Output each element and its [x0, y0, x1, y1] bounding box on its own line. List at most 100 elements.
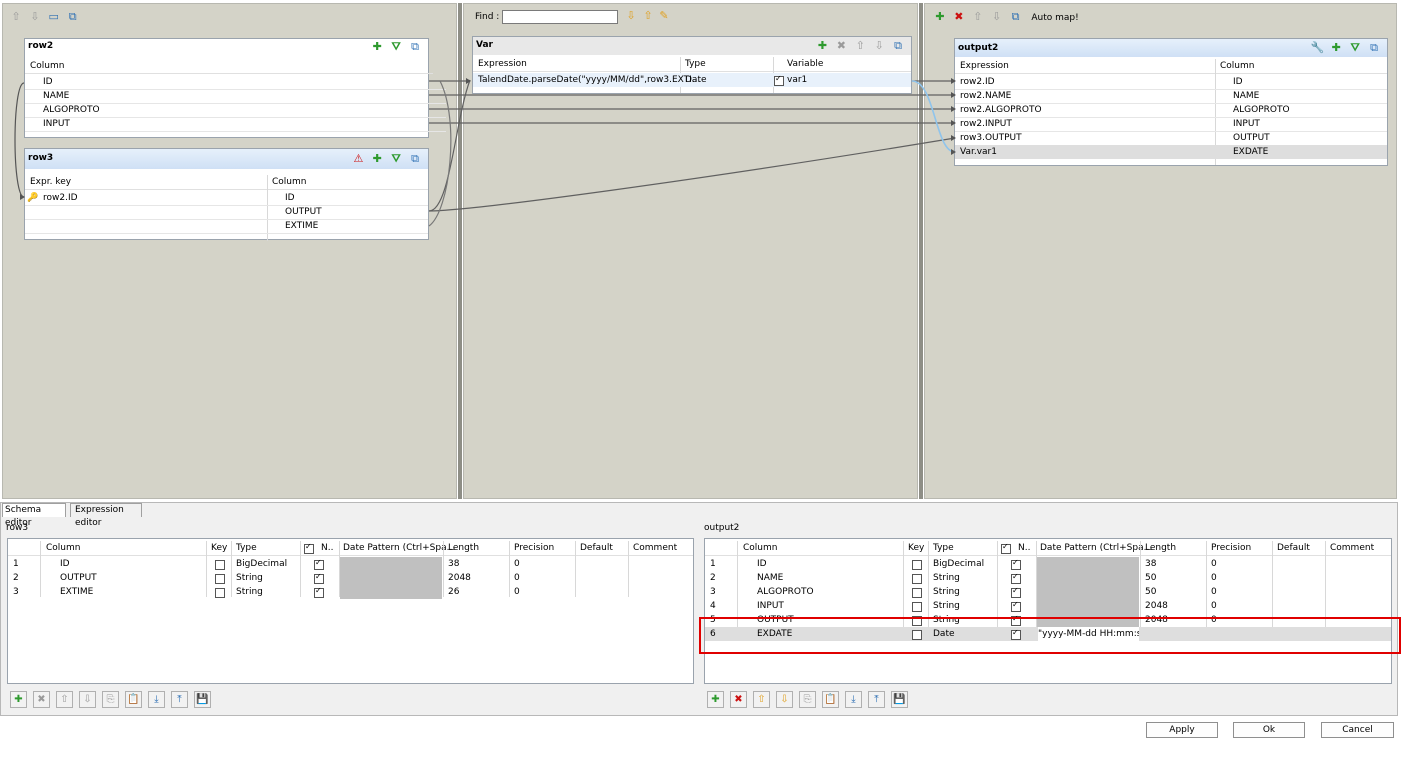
key-header: Key: [211, 543, 228, 553]
column-type[interactable]: String: [933, 585, 960, 599]
precision-value[interactable]: 0: [514, 557, 520, 571]
schema-row[interactable]: 4 INPUT String 2048 0: [705, 599, 1391, 613]
column-name[interactable]: ID: [757, 557, 767, 571]
schema-right-toolbar: ✚ ✖ ⇧ ⇩ ⎘ 📋 ⤓ ⤒ 💾: [707, 691, 914, 708]
paste-icon[interactable]: 📋: [125, 691, 142, 708]
move-up-icon[interactable]: ⇧: [753, 691, 770, 708]
apply-button[interactable]: Apply: [1146, 722, 1218, 738]
date-pattern-cell: [1037, 585, 1139, 599]
row-number: 3: [710, 587, 716, 597]
column-type[interactable]: String: [933, 599, 960, 613]
import-icon[interactable]: ⤓: [148, 691, 165, 708]
paste-icon[interactable]: 📋: [822, 691, 839, 708]
column-type[interactable]: BigDecimal: [933, 557, 984, 571]
move-down-icon[interactable]: ⇩: [79, 691, 96, 708]
length-value[interactable]: 50: [1145, 585, 1156, 599]
schema-row[interactable]: 3 ALGOPROTO String 50 0: [705, 585, 1391, 599]
mapping-links: [14, 78, 956, 227]
nullable-checkbox[interactable]: [314, 586, 324, 598]
schema-row[interactable]: 1 ID BigDecimal 38 0: [705, 557, 1391, 571]
nullable-all-checkbox[interactable]: [304, 542, 314, 554]
column-type[interactable]: String: [236, 571, 263, 585]
precision-value[interactable]: 0: [514, 571, 520, 585]
column-name[interactable]: ALGOPROTO: [757, 585, 814, 599]
column-name[interactable]: EXTIME: [60, 585, 93, 599]
nullable-checkbox[interactable]: [314, 572, 324, 584]
schema-right-title: output2: [704, 523, 740, 533]
nullable-checkbox[interactable]: [1011, 586, 1021, 598]
precision-value[interactable]: 0: [1211, 571, 1217, 585]
remove-column-icon[interactable]: ✖: [33, 691, 50, 708]
nullable-checkbox[interactable]: [1011, 558, 1021, 570]
precision-header: Precision: [514, 543, 555, 553]
save-icon[interactable]: 💾: [194, 691, 211, 708]
row-number: 2: [13, 573, 19, 583]
length-value[interactable]: 2048: [448, 571, 471, 585]
cancel-button[interactable]: Cancel: [1321, 722, 1394, 738]
nullable-checkbox[interactable]: [314, 558, 324, 570]
column-name[interactable]: OUTPUT: [60, 571, 97, 585]
row-number: 1: [710, 559, 716, 569]
length-value[interactable]: 38: [448, 557, 459, 571]
tab-schema-editor[interactable]: Schema editor: [2, 503, 66, 528]
remove-column-icon[interactable]: ✖: [730, 691, 747, 708]
column-type[interactable]: String: [933, 571, 960, 585]
nullable-all-checkbox[interactable]: [1001, 542, 1011, 554]
key-checkbox[interactable]: [912, 602, 922, 612]
precision-value[interactable]: 0: [1211, 557, 1217, 571]
schema-header: Column Key Type N.. Date Pattern (Ctrl+S…: [705, 541, 1391, 556]
date-pattern-cell: [1037, 599, 1139, 613]
length-value[interactable]: 50: [1145, 571, 1156, 585]
import-icon[interactable]: ⤓: [845, 691, 862, 708]
comment-header: Comment: [633, 543, 678, 553]
precision-value[interactable]: 0: [1211, 585, 1217, 599]
row-number: 2: [710, 573, 716, 583]
move-down-icon[interactable]: ⇩: [776, 691, 793, 708]
column-name[interactable]: INPUT: [757, 599, 784, 613]
copy-icon[interactable]: ⎘: [102, 691, 119, 708]
length-value[interactable]: 26: [448, 585, 459, 599]
length-value[interactable]: 2048: [1145, 599, 1168, 613]
nullable-checkbox[interactable]: [1011, 600, 1021, 612]
column-name[interactable]: NAME: [757, 571, 783, 585]
key-checkbox[interactable]: [912, 560, 922, 570]
schema-row[interactable]: 2 OUTPUT String 2048 0: [8, 571, 693, 585]
highlight-box: [699, 617, 1401, 654]
date-pattern-cell: [340, 557, 442, 571]
add-column-icon[interactable]: ✚: [10, 691, 27, 708]
key-checkbox[interactable]: [912, 588, 922, 598]
length-value[interactable]: 38: [1145, 557, 1156, 571]
export-icon[interactable]: ⤒: [171, 691, 188, 708]
date-pattern-cell: [1037, 557, 1139, 571]
type-header: Type: [236, 543, 257, 553]
nullable-header: N..: [321, 543, 334, 553]
type-header: Type: [933, 543, 954, 553]
column-name[interactable]: ID: [60, 557, 70, 571]
key-checkbox[interactable]: [215, 574, 225, 584]
column-type[interactable]: BigDecimal: [236, 557, 287, 571]
save-icon[interactable]: 💾: [891, 691, 908, 708]
schema-row[interactable]: 2 NAME String 50 0: [705, 571, 1391, 585]
column-header: Column: [743, 543, 778, 553]
tab-expression-editor[interactable]: Expression editor: [70, 503, 142, 528]
date-pattern-cell: [1037, 571, 1139, 585]
key-checkbox[interactable]: [215, 560, 225, 570]
copy-icon[interactable]: ⎘: [799, 691, 816, 708]
move-up-icon[interactable]: ⇧: [56, 691, 73, 708]
export-icon[interactable]: ⤒: [868, 691, 885, 708]
default-header: Default: [580, 543, 613, 553]
precision-value[interactable]: 0: [1211, 599, 1217, 613]
add-column-icon[interactable]: ✚: [707, 691, 724, 708]
schema-row[interactable]: 3 EXTIME String 26 0: [8, 585, 693, 599]
nullable-header: N..: [1018, 543, 1031, 553]
schema-row[interactable]: 1 ID BigDecimal 38 0: [8, 557, 693, 571]
precision-value[interactable]: 0: [514, 585, 520, 599]
nullable-checkbox[interactable]: [1011, 572, 1021, 584]
ok-button[interactable]: Ok: [1233, 722, 1305, 738]
date-pattern-cell: [340, 571, 442, 585]
key-checkbox[interactable]: [912, 574, 922, 584]
column-type[interactable]: String: [236, 585, 263, 599]
length-header: Length: [448, 543, 480, 553]
key-checkbox[interactable]: [215, 588, 225, 598]
date-pattern-header: Date Pattern (Ctrl+Spa...: [343, 543, 456, 553]
